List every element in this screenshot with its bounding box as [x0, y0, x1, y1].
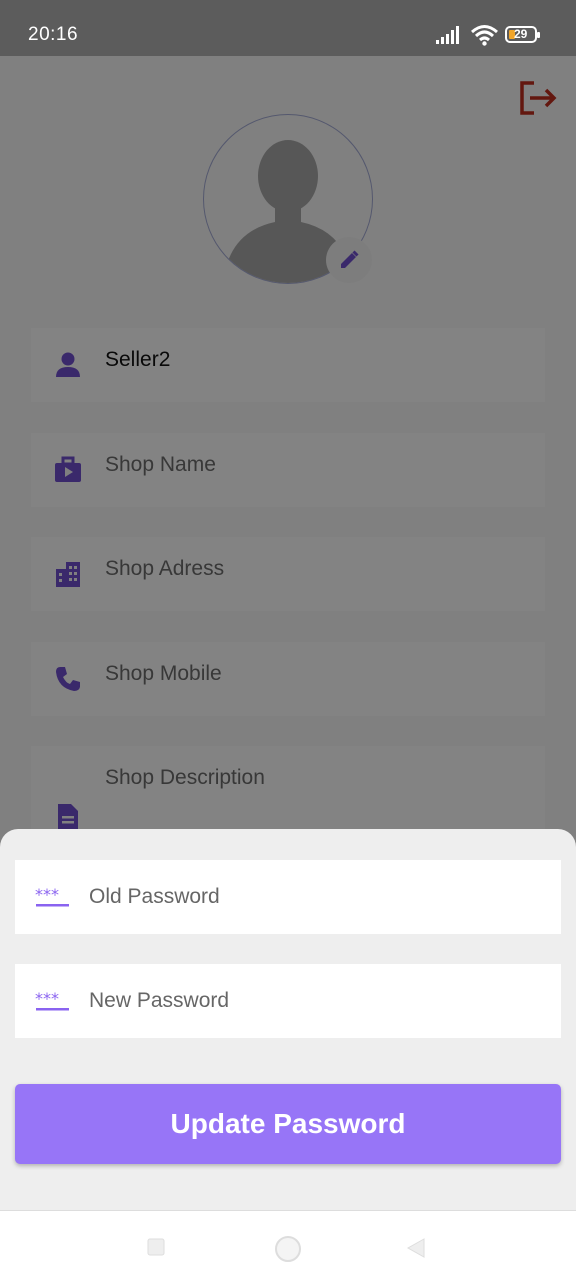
wifi-icon — [471, 25, 498, 46]
home-icon[interactable] — [274, 1235, 302, 1263]
password-icon: *** — [35, 992, 69, 1011]
status-time: 20:16 — [28, 24, 79, 45]
battery-icon: 29 — [505, 26, 540, 43]
password-icon: *** — [35, 888, 69, 907]
battery-level: 29 — [514, 27, 528, 41]
svg-text:***: *** — [35, 992, 59, 1008]
status-bar: 20:16 29 — [0, 0, 576, 56]
change-password-sheet: *** *** Update Password — [0, 829, 576, 1210]
old-password-field[interactable]: *** — [15, 860, 561, 934]
back-icon[interactable] — [406, 1238, 426, 1258]
new-password-field[interactable]: *** — [15, 964, 561, 1038]
old-password-input[interactable] — [89, 860, 529, 934]
signal-icon — [436, 26, 459, 44]
svg-text:***: *** — [35, 888, 59, 904]
navigation-bar — [0, 1210, 576, 1281]
update-password-button[interactable]: Update Password — [15, 1084, 561, 1164]
recent-apps-icon[interactable] — [147, 1238, 165, 1256]
new-password-input[interactable] — [89, 964, 529, 1038]
